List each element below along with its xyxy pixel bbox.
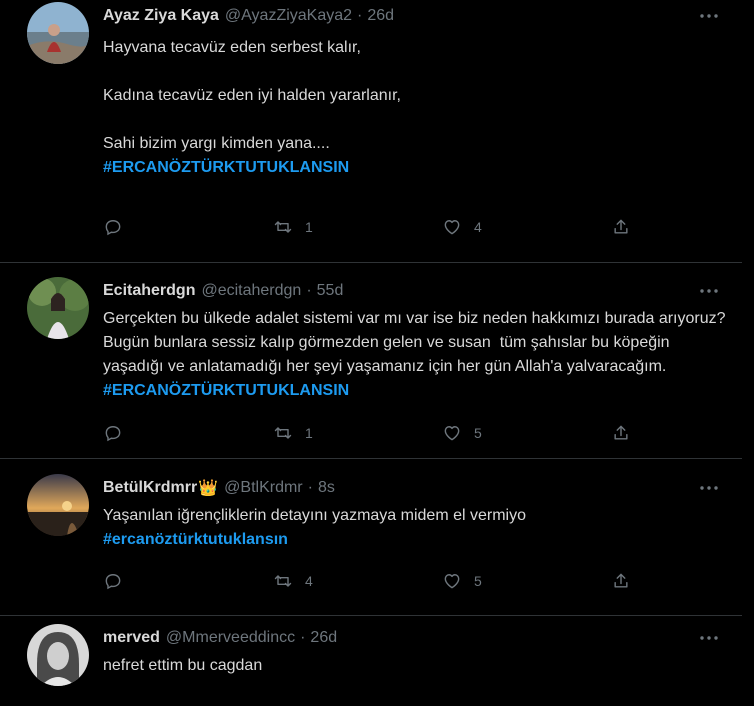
share-button[interactable] <box>611 567 631 595</box>
retweet-button[interactable]: 4 <box>273 567 313 595</box>
separator-dot: · <box>300 629 306 646</box>
timestamp[interactable]: 26d <box>310 629 337 647</box>
like-icon <box>444 426 460 441</box>
tweet-text: Yaşanılan iğrençliklerin detayını yazmay… <box>103 504 728 552</box>
reply-icon <box>105 220 121 236</box>
separator-dot: · <box>357 7 363 24</box>
reply-button[interactable] <box>103 567 135 595</box>
tweet-text: nefret ettim bu cagdan <box>103 654 728 678</box>
retweet-button[interactable]: 1 <box>273 419 313 447</box>
user-handle[interactable]: @Mmerveeddincc <box>166 629 295 647</box>
display-name[interactable]: merved <box>103 629 160 647</box>
reply-icon <box>105 574 121 590</box>
tweet-body: Yaşanılan iğrençliklerin detayını yazmay… <box>103 507 526 524</box>
like-count: 4 <box>474 219 482 235</box>
tweet[interactable]: BetülKrdmrr 👑 @BtlKrdmr · 8s Yaşanılan i… <box>0 459 742 616</box>
avatar[interactable] <box>27 474 89 536</box>
more-icon[interactable] <box>696 628 722 648</box>
separator-dot: · <box>307 479 313 496</box>
timestamp[interactable]: 55d <box>317 282 344 300</box>
tweet[interactable]: Ayaz Ziya Kaya @AyazZiyaKaya2 · 26d Hayv… <box>0 0 742 263</box>
tweet-text: Gerçekten bu ülkede adalet sistemi var m… <box>103 307 728 403</box>
like-button[interactable]: 5 <box>442 567 482 595</box>
retweet-count: 4 <box>305 573 313 589</box>
tweet-body: Hayvana tecavüz eden serbest kalır, Kadı… <box>103 39 401 152</box>
more-icon[interactable] <box>696 281 722 301</box>
reply-button[interactable] <box>103 419 135 447</box>
like-count: 5 <box>474 425 482 441</box>
more-icon[interactable] <box>696 6 722 26</box>
user-handle[interactable]: @AyazZiyaKaya2 <box>225 7 352 25</box>
user-handle[interactable]: @BtlKrdmr <box>224 479 302 497</box>
reply-icon <box>105 426 121 442</box>
like-icon <box>444 574 460 589</box>
display-name[interactable]: BetülKrdmrr <box>103 479 197 497</box>
crown-emoji: 👑 <box>198 480 219 497</box>
like-icon <box>444 220 460 235</box>
tweet-body: Gerçekten bu ülkede adalet sistemi var m… <box>103 310 730 375</box>
like-count: 5 <box>474 573 482 589</box>
share-button[interactable] <box>611 419 631 447</box>
more-icon[interactable] <box>696 478 722 498</box>
avatar[interactable] <box>27 2 89 64</box>
hashtag-link[interactable]: #ERCANÖZTÜRKTUTUKLANSIN <box>103 382 349 399</box>
share-icon <box>614 425 628 440</box>
avatar[interactable] <box>27 277 89 339</box>
like-button[interactable]: 5 <box>442 419 482 447</box>
separator-dot: · <box>306 282 312 299</box>
retweet-icon <box>274 221 292 233</box>
retweet-count: 1 <box>305 425 313 441</box>
retweet-icon <box>274 575 292 587</box>
timestamp[interactable]: 26d <box>367 7 394 25</box>
share-icon <box>614 573 628 588</box>
share-icon <box>614 219 628 234</box>
display-name[interactable]: Ecitaherdgn <box>103 282 195 300</box>
tweet[interactable]: Ecitaherdgn @ecitaherdgn · 55d Gerçekten… <box>0 263 742 459</box>
reply-button[interactable] <box>103 213 135 241</box>
tweet[interactable]: merved @Mmerveeddincc · 26d nefret ettim… <box>0 616 742 706</box>
tweet-body: nefret ettim bu cagdan <box>103 657 263 674</box>
avatar[interactable] <box>27 624 89 686</box>
hashtag-link[interactable]: #ercanöztürktutuklansın <box>103 531 288 548</box>
retweet-count: 1 <box>305 219 313 235</box>
tweet-text: Hayvana tecavüz eden serbest kalır, Kadı… <box>103 36 728 180</box>
timestamp[interactable]: 8s <box>318 479 335 497</box>
timeline-feed: Ayaz Ziya Kaya @AyazZiyaKaya2 · 26d Hayv… <box>0 0 754 692</box>
hashtag-link[interactable]: #ERCANÖZTÜRKTUTUKLANSIN <box>103 159 349 176</box>
user-handle[interactable]: @ecitaherdgn <box>201 282 301 300</box>
display-name[interactable]: Ayaz Ziya Kaya <box>103 7 219 25</box>
like-button[interactable]: 4 <box>442 213 482 241</box>
share-button[interactable] <box>611 213 631 241</box>
retweet-button[interactable]: 1 <box>273 213 313 241</box>
retweet-icon <box>274 427 292 439</box>
